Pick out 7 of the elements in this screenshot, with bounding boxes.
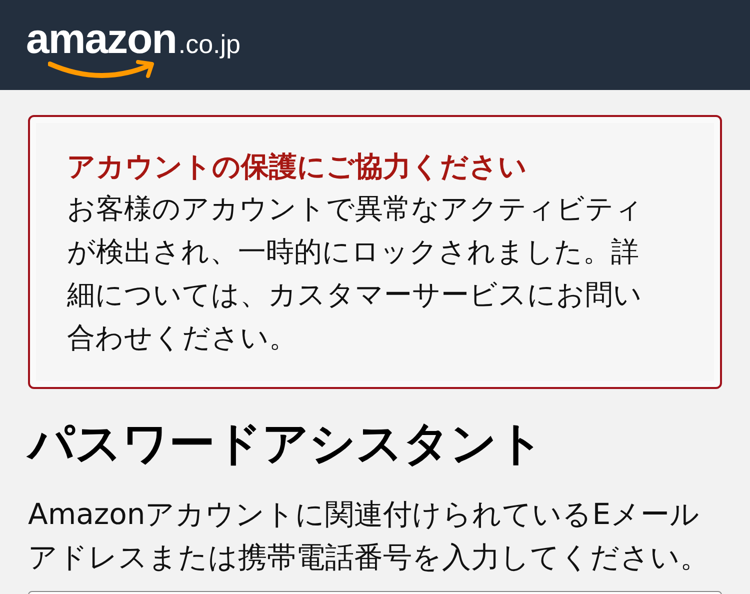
- logo-domain: .co.jp: [178, 29, 241, 59]
- instructions-text: Amazonアカウントに関連付けられているEメールアドレスまたは携帯電話番号を入力してください。: [28, 496, 710, 576]
- amazon-logo[interactable]: amazon.co.jp: [26, 14, 241, 86]
- page-heading: パスワードアシスタント: [28, 415, 545, 472]
- alert-message: お客様のアカウントで異常なアクティビティが検出され、一時的にロックされました。詳細については、カスタマーサービスにお問い合わせください。: [67, 191, 644, 356]
- logo-wordmark: amazon: [26, 14, 176, 64]
- alert-title: アカウントの保護にご協力ください: [67, 149, 528, 185]
